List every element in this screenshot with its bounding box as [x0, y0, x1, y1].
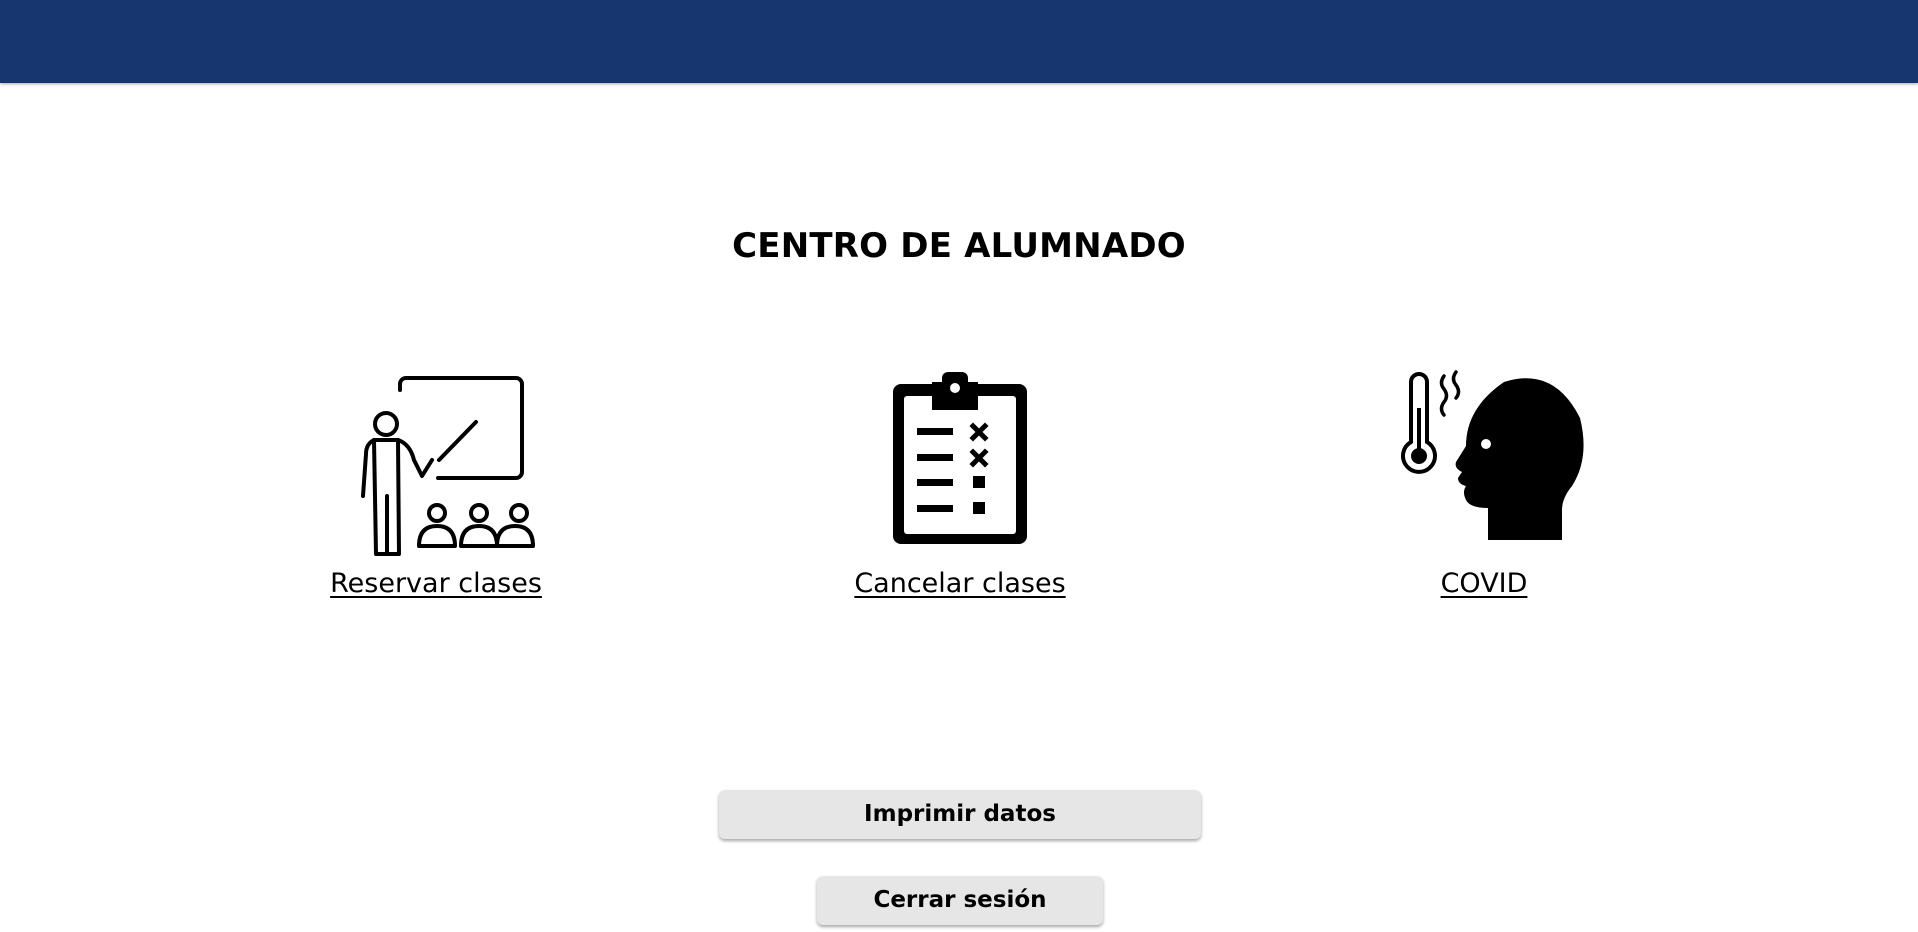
top-header-bar	[0, 0, 1918, 83]
page-title: CENTRO DE ALUMNADO	[732, 226, 1186, 266]
print-data-button[interactable]: Imprimir datos	[719, 790, 1201, 839]
reservar-clases-option[interactable]: Reservar clases	[286, 368, 586, 608]
clipboard-checklist-icon[interactable]	[810, 368, 1110, 558]
covid-link[interactable]: COVID	[1334, 568, 1634, 599]
fever-head-icon[interactable]	[1334, 368, 1634, 558]
logout-button[interactable]: Cerrar sesión	[817, 876, 1103, 925]
student-center-page: CENTRO DE ALUMNADO Reservar clases Cance…	[0, 0, 1918, 932]
cancelar-clases-link[interactable]: Cancelar clases	[810, 568, 1110, 599]
reservar-clases-link[interactable]: Reservar clases	[286, 568, 586, 599]
cancelar-clases-option[interactable]: Cancelar clases	[810, 368, 1110, 608]
teacher-classroom-icon[interactable]	[286, 368, 586, 558]
covid-option[interactable]: COVID	[1334, 368, 1634, 608]
